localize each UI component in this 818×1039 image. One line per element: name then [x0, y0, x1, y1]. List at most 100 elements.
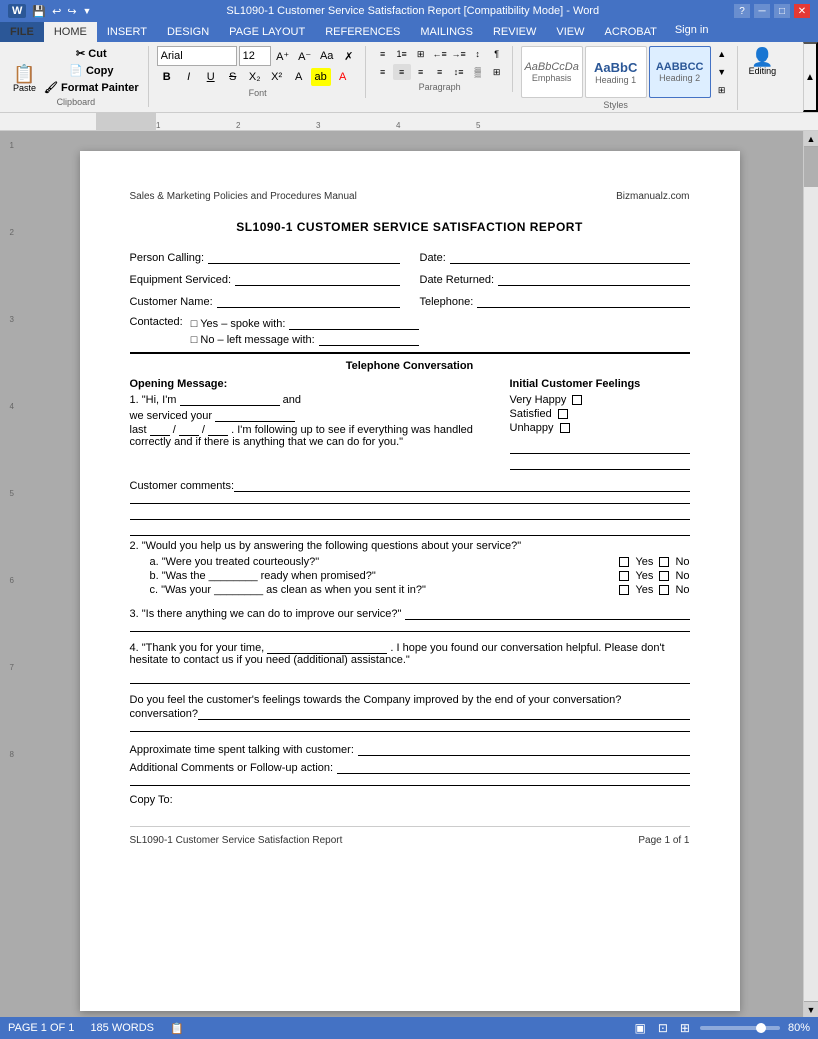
q2a-text: a. "Were you treated courteously?"	[150, 556, 320, 568]
cut-btn[interactable]: ✂ Cut	[41, 46, 142, 61]
font-name-input[interactable]	[157, 46, 237, 66]
copy-btn[interactable]: 📄 Copy	[41, 63, 142, 78]
satisfied-checkbox[interactable]	[558, 409, 568, 419]
clear-format-btn[interactable]: ✗	[339, 47, 359, 65]
tab-insert[interactable]: INSERT	[97, 22, 157, 42]
font-name-row: A⁺ A⁻ Aa ✗	[157, 46, 359, 66]
feelings-line	[130, 720, 690, 732]
multilevel-btn[interactable]: ⊞	[412, 46, 430, 62]
word-count: 185 WORDS	[90, 1022, 154, 1034]
editing-btn[interactable]: 👤 Editing	[746, 46, 780, 78]
web-layout-btn[interactable]: ⊞	[678, 1021, 692, 1035]
show-formatting-btn[interactable]: ¶	[488, 46, 506, 62]
minimize-btn[interactable]: ─	[754, 4, 770, 18]
strikethrough-btn[interactable]: S	[223, 68, 243, 86]
quick-redo-btn[interactable]: ↪	[67, 5, 76, 18]
tab-page-layout[interactable]: PAGE LAYOUT	[219, 22, 315, 42]
q2c-yes-box[interactable]	[619, 585, 629, 595]
style-heading2[interactable]: AABBCC Heading 2	[649, 46, 711, 98]
format-painter-btn[interactable]: 🖌 Format Painter	[41, 80, 142, 95]
q4-blank	[267, 642, 387, 654]
yes-row: □ Yes – spoke with:	[191, 316, 419, 330]
quick-save-btn[interactable]: 💾	[32, 5, 46, 18]
text-effects-btn[interactable]: A	[289, 68, 309, 86]
tab-acrobat[interactable]: ACROBAT	[594, 22, 666, 42]
sign-in-btn[interactable]: Sign in	[667, 22, 717, 42]
increase-indent-btn[interactable]: →≡	[450, 46, 468, 62]
styles-scroll-down-btn[interactable]: ▼	[713, 64, 731, 80]
close-btn[interactable]: ✕	[794, 4, 810, 18]
quick-undo-btn[interactable]: ↩	[52, 5, 61, 18]
doc-check-icon[interactable]: 📋	[170, 1022, 184, 1035]
align-center-btn[interactable]: ≡	[393, 64, 411, 80]
paste-label: Paste	[13, 83, 36, 93]
tab-file[interactable]: FILE	[0, 22, 44, 42]
q2a-yes-box[interactable]	[619, 557, 629, 567]
unhappy-label: Unhappy	[510, 422, 554, 434]
q2b-no-box[interactable]	[659, 571, 669, 581]
bold-btn[interactable]: B	[157, 68, 177, 86]
superscript-btn[interactable]: X²	[267, 68, 287, 86]
font-grow-btn[interactable]: A⁺	[273, 47, 293, 65]
tab-references[interactable]: REFERENCES	[315, 22, 410, 42]
scroll-thumb[interactable]	[804, 147, 818, 187]
numbering-btn[interactable]: 1≡	[393, 46, 411, 62]
zoom-slider[interactable]	[700, 1026, 780, 1030]
justify-btn[interactable]: ≡	[431, 64, 449, 80]
tab-mailings[interactable]: MAILINGS	[410, 22, 483, 42]
editing-group: 👤 Editing	[740, 46, 786, 78]
align-left-btn[interactable]: ≡	[374, 64, 392, 80]
tab-design[interactable]: DESIGN	[157, 22, 219, 42]
align-right-btn[interactable]: ≡	[412, 64, 430, 80]
section-title: Telephone Conversation	[130, 360, 690, 372]
text-highlight-btn[interactable]: ab	[311, 68, 331, 86]
ribbon-scroll-btn[interactable]: ▲	[803, 42, 818, 112]
styles-more-btn[interactable]: ⊞	[713, 82, 731, 98]
bullets-btn[interactable]: ≡	[374, 46, 392, 62]
change-case-btn[interactable]: Aa	[317, 47, 337, 65]
zoom-thumb[interactable]	[756, 1023, 766, 1033]
font-size-input[interactable]	[239, 46, 271, 66]
underline-btn[interactable]: U	[201, 68, 221, 86]
font-color-btn[interactable]: A	[333, 68, 353, 86]
print-layout-btn[interactable]: ▣	[633, 1021, 648, 1035]
scrollbar-vertical[interactable]: ▲ ▼	[803, 131, 818, 1017]
borders-btn[interactable]: ⊞	[488, 64, 506, 80]
styles-scroll-up-btn[interactable]: ▲	[713, 46, 731, 62]
full-screen-btn[interactable]: ⊡	[656, 1021, 670, 1035]
shading-btn[interactable]: ▒	[469, 64, 487, 80]
comments-line-1	[234, 478, 689, 492]
line-spacing-btn[interactable]: ↕≡	[450, 64, 468, 80]
help-btn[interactable]: ?	[734, 4, 750, 18]
decrease-indent-btn[interactable]: ←≡	[431, 46, 449, 62]
scroll-up-btn[interactable]: ▲	[804, 131, 818, 147]
unhappy-checkbox[interactable]	[560, 423, 570, 433]
font-shrink-btn[interactable]: A⁻	[295, 47, 315, 65]
q2-text: 2. "Would you help us by answering the f…	[130, 540, 690, 552]
style-heading1[interactable]: AaBbC Heading 1	[585, 46, 647, 98]
q2c-no-box[interactable]	[659, 585, 669, 595]
very-happy-checkbox[interactable]	[572, 395, 582, 405]
quick-more-btn[interactable]: ▼	[83, 6, 92, 16]
status-bar: PAGE 1 OF 1 185 WORDS 📋 ▣ ⊡ ⊞ 80%	[0, 1017, 818, 1039]
font-label: Font	[249, 88, 267, 98]
maximize-btn[interactable]: □	[774, 4, 790, 18]
telephone-field: Telephone:	[420, 294, 690, 308]
paste-btn[interactable]: 📋 Paste	[10, 63, 39, 95]
we-serviced-row: we serviced your	[130, 410, 490, 422]
document-page[interactable]: Sales & Marketing Policies and Procedure…	[80, 151, 740, 1011]
subscript-btn[interactable]: X₂	[245, 68, 265, 86]
tab-home[interactable]: HOME	[44, 22, 97, 42]
style-emphasis[interactable]: AaBbCcDa Emphasis	[521, 46, 583, 98]
q2a-no-box[interactable]	[659, 557, 669, 567]
tab-review[interactable]: REVIEW	[483, 22, 546, 42]
italic-btn[interactable]: I	[179, 68, 199, 86]
q2b-yes-box[interactable]	[619, 571, 629, 581]
scroll-down-btn[interactable]: ▼	[804, 1001, 818, 1017]
opening-message-text: Opening Message:	[130, 378, 228, 390]
tab-view[interactable]: VIEW	[546, 22, 594, 42]
q2b-no-label: No	[675, 570, 689, 582]
question-4: 4. "Thank you for your time, . I hope yo…	[130, 642, 690, 684]
q2a-row: a. "Were you treated courteously?" Yes N…	[150, 556, 690, 568]
sort-btn[interactable]: ↕	[469, 46, 487, 62]
